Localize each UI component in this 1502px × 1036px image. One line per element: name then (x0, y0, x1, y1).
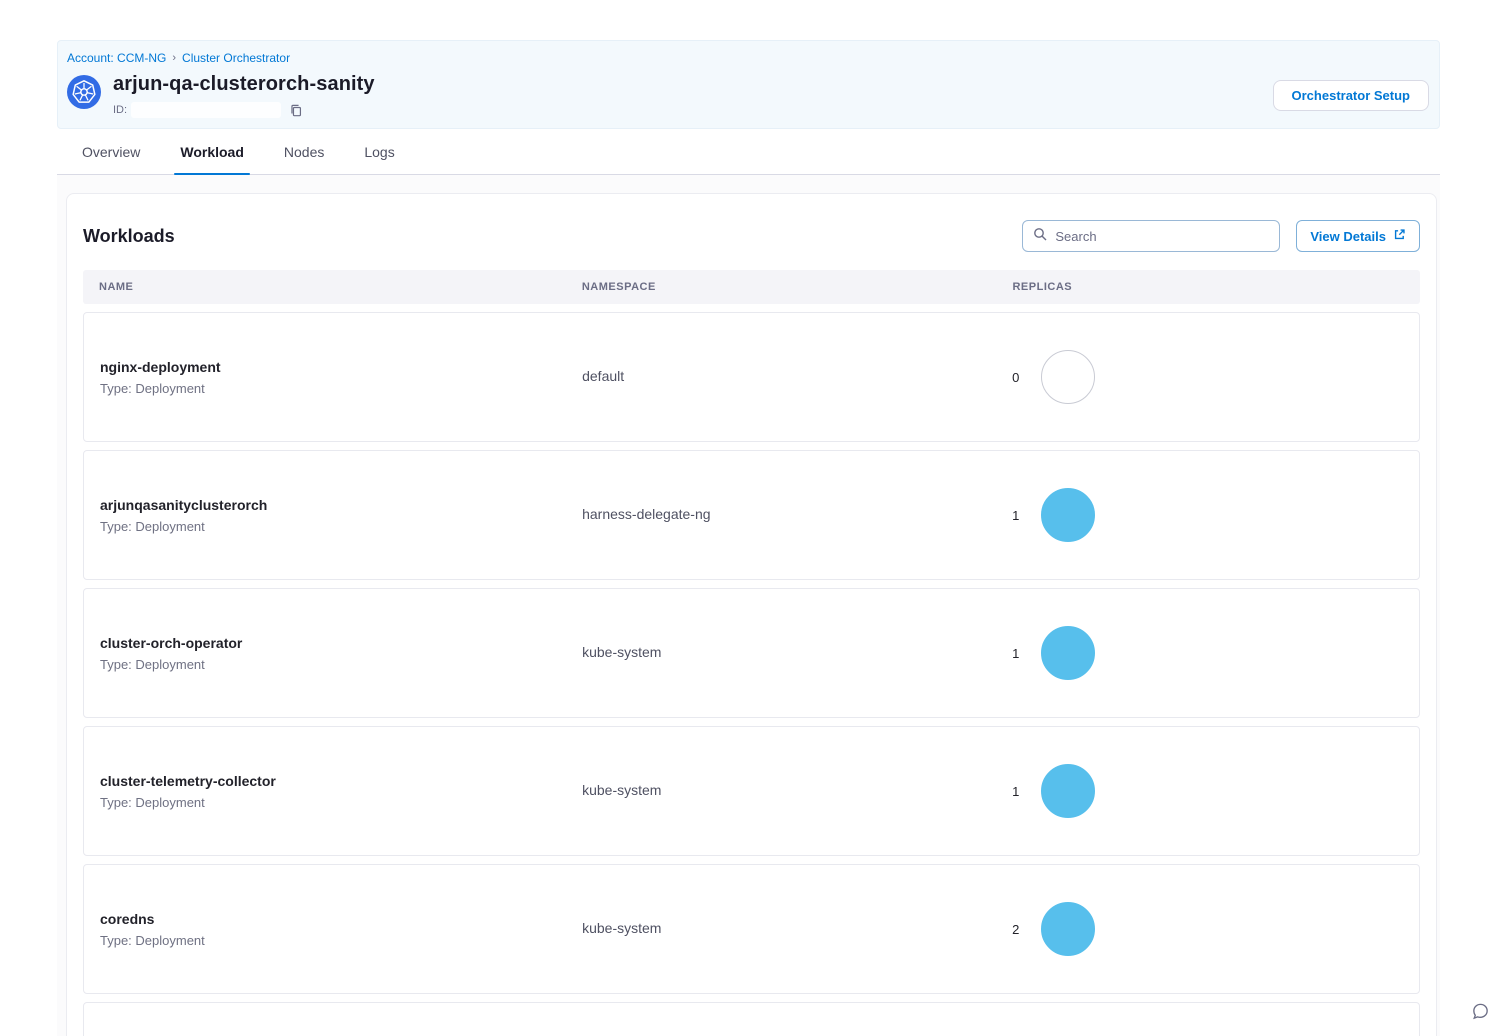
view-details-button[interactable]: View Details (1296, 220, 1420, 252)
column-header-namespace: NAMESPACE (582, 281, 1013, 293)
search-input[interactable] (1055, 229, 1269, 244)
workload-name: cluster-orch-operator (100, 635, 582, 651)
replicas-count: 1 (1012, 508, 1019, 523)
page-header: Account: CCM-NG › Cluster Orchestrator (57, 40, 1440, 129)
orchestrator-setup-button[interactable]: Orchestrator Setup (1273, 80, 1429, 111)
workload-namespace: kube-system (582, 920, 661, 936)
workload-type: Type: Deployment (100, 933, 582, 948)
workload-namespace: default (582, 368, 624, 384)
external-link-icon (1393, 228, 1406, 244)
tab-workload[interactable]: Workload (164, 129, 260, 174)
replica-circle (1041, 350, 1095, 404)
cluster-orchestrator-page: Account: CCM-NG › Cluster Orchestrator (0, 40, 1502, 1036)
column-header-name: NAME (99, 281, 582, 293)
page-title: arjun-qa-clusterorch-sanity (113, 73, 375, 96)
replica-circle (1041, 902, 1095, 956)
cluster-id-label: ID: (113, 104, 127, 116)
replica-circle (1041, 764, 1095, 818)
workload-namespace: harness-delegate-ng (582, 506, 710, 522)
copy-icon[interactable] (289, 104, 302, 117)
kubernetes-logo-icon (67, 75, 101, 109)
tab-overview[interactable]: Overview (66, 129, 156, 174)
breadcrumb: Account: CCM-NG › Cluster Orchestrator (67, 51, 1429, 65)
breadcrumb-account-link[interactable]: Account: CCM-NG (67, 51, 166, 65)
workload-type: Type: Deployment (100, 381, 582, 396)
chat-help-icon[interactable] (1471, 1002, 1490, 1026)
workloads-card: Workloads View Deta (66, 193, 1437, 1036)
breadcrumb-separator-icon: › (172, 52, 176, 64)
tab-logs[interactable]: Logs (348, 129, 410, 174)
workload-namespace: kube-system (582, 782, 661, 798)
workloads-title: Workloads (83, 226, 175, 247)
table-row[interactable]: cluster-orch-operator Type: Deployment k… (83, 588, 1420, 718)
workload-type: Type: Deployment (100, 795, 582, 810)
workload-name: coredns (100, 911, 582, 927)
workload-name: nginx-deployment (100, 359, 582, 375)
workload-name: cluster-telemetry-collector (100, 773, 582, 789)
table-row[interactable]: nginx-deployment Type: Deployment defaul… (83, 312, 1420, 442)
tab-bar: Overview Workload Nodes Logs (57, 129, 1440, 175)
replicas-count: 1 (1012, 784, 1019, 799)
table-header-row: NAME NAMESPACE REPLICAS (83, 270, 1420, 304)
replicas-count: 0 (1012, 370, 1019, 385)
breadcrumb-current: Cluster Orchestrator (182, 51, 290, 65)
search-icon (1033, 227, 1047, 246)
workload-name: arjunqasanityclusterorch (100, 497, 582, 513)
replicas-count: 1 (1012, 646, 1019, 661)
workload-type: Type: Deployment (100, 519, 582, 534)
column-header-replicas: REPLICAS (1012, 281, 1404, 293)
table-row-partial[interactable] (83, 1002, 1420, 1036)
table-row[interactable]: coredns Type: Deployment kube-system 2 (83, 864, 1420, 994)
tab-nodes[interactable]: Nodes (268, 129, 340, 174)
table-row[interactable]: cluster-telemetry-collector Type: Deploy… (83, 726, 1420, 856)
workload-type: Type: Deployment (100, 657, 582, 672)
workload-namespace: kube-system (582, 644, 661, 660)
table-row[interactable]: arjunqasanityclusterorch Type: Deploymen… (83, 450, 1420, 580)
view-details-label: View Details (1310, 229, 1386, 244)
replica-circle (1041, 626, 1095, 680)
search-box[interactable] (1022, 220, 1280, 252)
replicas-count: 2 (1012, 922, 1019, 937)
replica-circle (1041, 488, 1095, 542)
content-area: Workloads View Deta (57, 175, 1440, 1036)
cluster-id-redacted (131, 102, 281, 118)
